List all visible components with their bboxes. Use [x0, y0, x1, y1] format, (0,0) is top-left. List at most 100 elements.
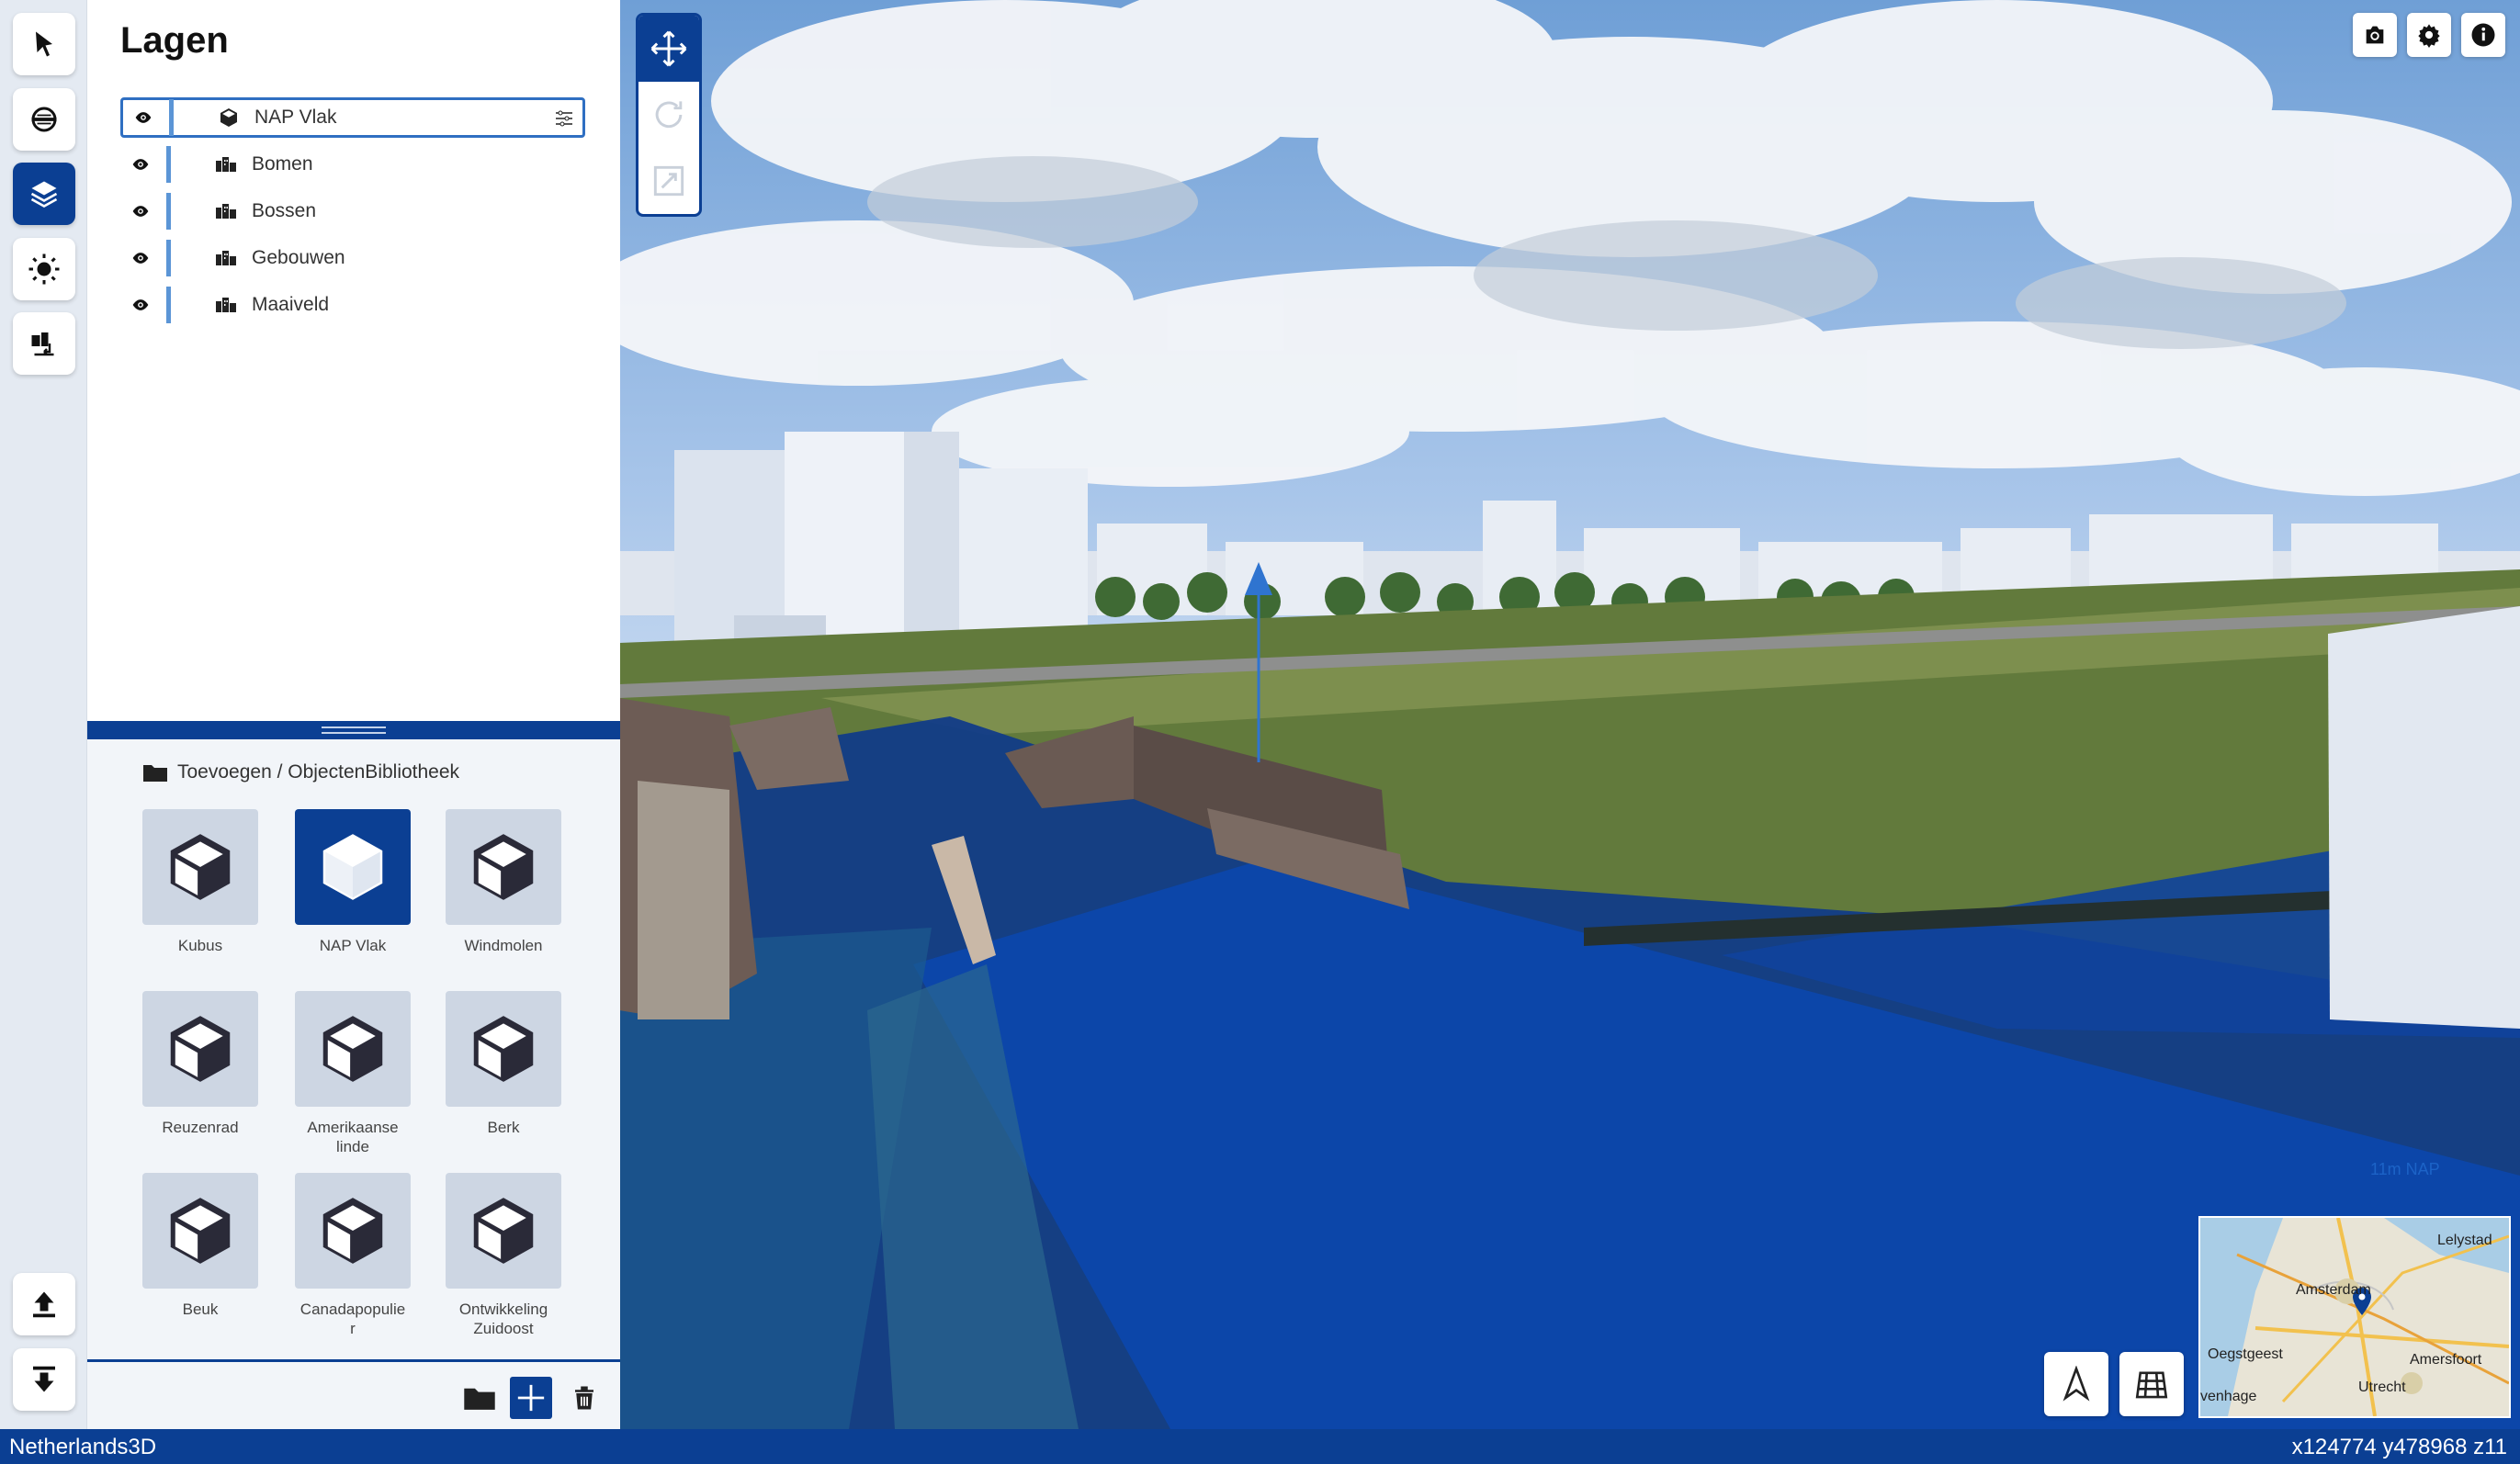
cube-icon [170, 834, 231, 900]
compass-button[interactable] [2044, 1352, 2108, 1416]
cube-icon [216, 105, 242, 130]
layer-indent-bar [166, 240, 171, 276]
folder-icon [464, 1388, 495, 1410]
layer-indent-bar [166, 193, 171, 230]
library-item-windmolen[interactable]: Windmolen [446, 809, 561, 955]
layer-settings-icon[interactable] [553, 107, 575, 130]
add-layer-button[interactable] [510, 1377, 552, 1419]
layer-row-nap-vlak[interactable]: NAP Vlak [120, 97, 585, 138]
map-label-lelystad: Lelystad [2437, 1233, 2492, 1248]
sun-tool-button[interactable] [13, 238, 75, 300]
cube-icon [473, 834, 534, 900]
info-button[interactable] [2461, 13, 2505, 57]
upload-icon [33, 1291, 55, 1318]
north-arrow-icon [2062, 1366, 2090, 1402]
buildings-import-icon [31, 332, 54, 356]
library-item-label: Amerikaanse linde [307, 1119, 399, 1155]
move-button[interactable] [638, 16, 699, 82]
left-toolbar [0, 0, 86, 1429]
library-item-ontwikkeling-zuidoost[interactable]: Ontwikkeling Zuidoost [446, 1173, 561, 1338]
map-label-amersfoort: Amersfoort [2410, 1352, 2482, 1368]
buildings-icon [213, 292, 239, 318]
library-tile [446, 809, 561, 925]
cursor-icon [36, 31, 52, 57]
select-tool-button[interactable] [13, 13, 75, 75]
grid-view-button[interactable] [2119, 1352, 2184, 1416]
cube-icon [170, 1016, 231, 1082]
layers-panel: Lagen NAP Vlak Bomen Bossen Gebouwen Maa… [86, 0, 620, 1432]
library-item-nap-vlak[interactable]: NAP Vlak [295, 809, 411, 955]
buildings-icon [213, 198, 239, 224]
trash-icon [575, 1386, 593, 1410]
library-item-berk[interactable]: Berk [446, 991, 561, 1137]
scale-button[interactable] [638, 148, 699, 214]
buildings-icon [213, 152, 239, 177]
scale-icon [653, 165, 684, 197]
cube-icon [322, 834, 383, 900]
library-tile [142, 1173, 258, 1289]
sun-icon [28, 253, 60, 285]
download-tool-button[interactable] [13, 1348, 75, 1411]
rotate-button[interactable] [638, 82, 699, 148]
right-building [2328, 606, 2520, 1029]
library-tile [446, 1173, 561, 1289]
eye-icon [135, 112, 152, 123]
library-tile [142, 809, 258, 925]
upload-tool-button[interactable] [13, 1273, 75, 1335]
move-icon [650, 30, 687, 67]
layer-row-bossen[interactable]: Bossen [120, 191, 585, 231]
gear-icon [2418, 24, 2440, 48]
app-name: Netherlands3D [9, 1435, 157, 1459]
library-tile [295, 809, 411, 925]
library-item-label: Berk [487, 1119, 520, 1136]
map-label-den-haag: venhage [2200, 1389, 2257, 1404]
eye-icon [132, 159, 149, 170]
visibility-toggle[interactable] [120, 191, 161, 231]
map-label-amsterdam: Amsterdam [2296, 1282, 2371, 1298]
library-item-canadapopulier[interactable]: Canadapopulier [295, 1173, 411, 1338]
buildings-icon [213, 245, 239, 271]
layer-row-maaiveld[interactable]: Maaiveld [120, 285, 585, 325]
layer-indent-bar [166, 146, 171, 183]
library-item-label: Kubus [177, 937, 223, 954]
layer-indent-bar [166, 287, 171, 323]
library-tile [142, 991, 258, 1107]
map-viewport[interactable]: 11m NAP [619, 0, 2520, 1429]
library-item-kubus[interactable]: Kubus [142, 809, 258, 955]
visibility-toggle[interactable] [123, 97, 164, 138]
folder-icon [143, 765, 167, 782]
library-item-beuk[interactable]: Beuk [142, 1173, 258, 1319]
open-folder-button[interactable] [458, 1377, 501, 1419]
screenshot-button[interactable] [2353, 13, 2397, 57]
grid-map-icon [2135, 1371, 2168, 1399]
slice-icon [31, 107, 57, 132]
library-item-label: Reuzenrad [162, 1119, 239, 1136]
nap-height-label: 11m NAP [2370, 1160, 2440, 1178]
layer-row-gebouwen[interactable]: Gebouwen [120, 238, 585, 278]
visibility-toggle[interactable] [120, 285, 161, 325]
rotate-icon [655, 101, 683, 129]
visibility-toggle[interactable] [120, 238, 161, 278]
coordinates-readout: x124774 y478968 z11 [2291, 1435, 2507, 1459]
settings-button[interactable] [2407, 13, 2451, 57]
import-buildings-tool-button[interactable] [13, 312, 75, 375]
library-breadcrumb[interactable]: Toevoegen / ObjectenBibliotheek [142, 761, 459, 783]
transform-toolbar [636, 13, 702, 217]
layer-label: NAP Vlak [254, 107, 337, 128]
visibility-toggle[interactable] [120, 144, 161, 185]
delete-layer-button[interactable] [563, 1377, 605, 1419]
layer-row-bomen[interactable]: Bomen [120, 144, 585, 185]
panel-title: Lagen [120, 20, 229, 61]
cube-icon [170, 1198, 231, 1264]
cube-icon [322, 1016, 383, 1082]
camera-icon [2366, 26, 2384, 44]
cross-section-tool-button[interactable] [13, 88, 75, 151]
panel-resize-handle[interactable] [87, 721, 620, 739]
minimap[interactable]: Lelystad Amsterdam Oegstgeest Amersfoort… [2198, 1216, 2511, 1418]
library-item-reuzenrad[interactable]: Reuzenrad [142, 991, 258, 1137]
layers-tool-button[interactable] [13, 163, 75, 225]
cube-icon [322, 1198, 383, 1264]
cube-icon [473, 1198, 534, 1264]
layer-label: Bomen [252, 153, 313, 175]
library-item-amerikaanse-linde[interactable]: Amerikaanse linde [295, 991, 411, 1156]
